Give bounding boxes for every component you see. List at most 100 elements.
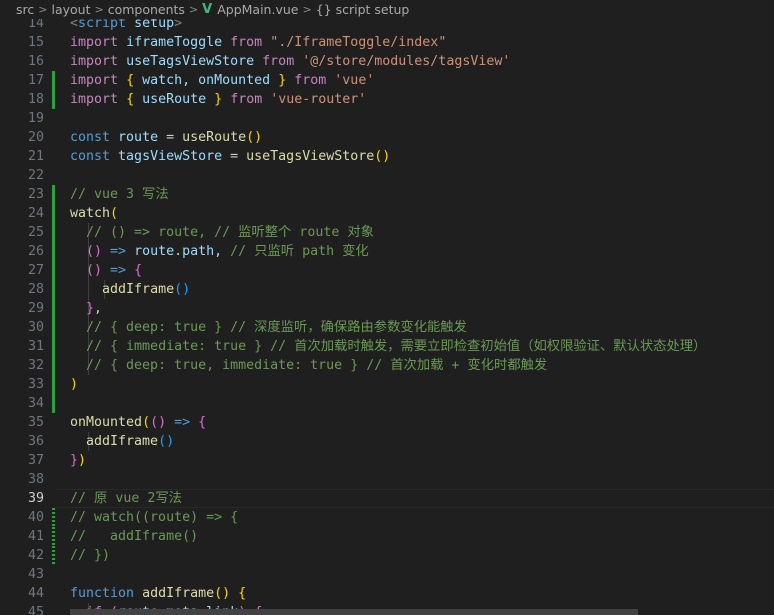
code-text: ) [70,375,78,394]
code-token: import [70,92,119,107]
git-change-marker[interactable] [52,394,55,413]
line-number: 38 [27,472,44,487]
code-token: } [214,92,223,107]
line-number: 17 [27,73,44,88]
code-token: > [174,19,183,31]
code-token: watch [70,206,111,221]
breadcrumb-item-layout[interactable]: layout [51,2,90,17]
code-line[interactable]: 34 [0,394,774,413]
line-number: 34 [27,396,44,411]
code-token: } [70,453,79,468]
code-token: ( [142,415,151,430]
breadcrumb-item-symbol[interactable]: script setup [336,2,410,17]
breadcrumb-item-src[interactable]: src [16,2,34,17]
code-token: { [126,92,135,107]
code-line[interactable]: 39 // 原 vue 2写法 [0,489,774,508]
git-change-marker[interactable] [52,90,55,109]
code-line[interactable]: 29 }, [0,299,774,318]
code-editor[interactable]: 14 <script setup> 15 import iframeToggle fr… [0,19,774,615]
code-line[interactable]: 19 [0,109,774,128]
code-line[interactable]: 32 // { deep: true, immediate: true } //… [0,356,774,375]
code-line[interactable]: 36 addIframe() [0,432,774,451]
code-line[interactable]: 41 // addIframe() [0,527,774,546]
git-change-marker[interactable] [52,261,55,280]
git-change-marker[interactable] [52,318,55,337]
code-line[interactable]: 30 // { deep: true } // 深度监听，确保路由参数变化能触发 [0,318,774,337]
code-line[interactable]: 21 const tagsViewStore = useTagsViewStore… [0,147,774,166]
code-token: const [70,130,111,145]
code-line[interactable]: 18 import { useRoute } from 'vue-router' [0,90,774,109]
code-line[interactable]: 17 import { watch, onMounted } from 'vue' [0,71,774,90]
code-line[interactable]: 15 import iframeToggle from "./IframeTogg… [0,33,774,52]
code-line[interactable]: 37}) [0,451,774,470]
code-token: // 只监听 path 变化 [230,244,369,259]
horizontal-scrollbar[interactable] [70,609,638,615]
code-line[interactable]: 22 [0,166,774,185]
line-number: 20 [27,130,44,145]
code-token: // 原 vue 2写法 [70,491,182,506]
code-line[interactable]: 42 // }) [0,546,774,565]
code-token: 'vue-router' [270,92,367,107]
code-token: tagsViewStore [118,149,223,164]
git-change-marker[interactable] [52,527,55,546]
git-change-marker[interactable] [52,280,55,299]
code-token: () [150,415,167,430]
code-token: import [70,35,119,50]
code-token: , [94,301,103,316]
breadcrumb-item-file[interactable]: AppMain.vue [217,2,298,17]
git-change-marker[interactable] [52,299,55,318]
git-change-marker[interactable] [52,242,55,261]
git-change-marker[interactable] [52,71,55,90]
line-number: 31 [27,339,44,354]
code-line[interactable]: 33) [0,375,774,394]
code-text: // () => route, // 监听整个 route 对象 [70,223,374,242]
code-line[interactable]: 20 const route = useRoute() [0,128,774,147]
code-token: // }) [70,548,111,563]
code-text: addIframe() [70,280,190,299]
code-token: => [110,244,127,259]
code-line[interactable]: 38 [0,470,774,489]
git-change-marker[interactable] [52,546,55,565]
code-token: addIframe [86,434,159,449]
code-line[interactable]: 23 // vue 3 写法 [0,185,774,204]
line-number: 33 [27,377,44,392]
git-change-marker[interactable] [52,223,55,242]
code-token: // addIframe() [70,529,199,544]
code-line[interactable]: 25 // () => route, // 监听整个 route 对象 [0,223,774,242]
vue-file-icon: V [202,2,213,17]
code-line[interactable]: 35 onMounted(() => { [0,413,774,432]
git-change-marker[interactable] [52,356,55,375]
code-line[interactable]: 43 [0,565,774,584]
line-number: 43 [27,567,44,582]
code-token: // { immediate: true } // 首次加载时触发，需要立即检查… [86,339,707,354]
git-change-marker[interactable] [52,508,55,527]
code-line[interactable]: 24 watch( [0,204,774,223]
code-token: route [134,244,175,259]
code-token: // { deep: true, immediate: true } // 首次… [86,358,548,373]
code-line[interactable]: 44 function addIframe() { [0,584,774,603]
code-token: => [174,415,191,430]
chevron-right-icon: > [94,3,104,16]
code-token: < [70,19,79,31]
git-change-marker[interactable] [52,337,55,356]
code-text: import iframeToggle from "./IframeToggle… [70,33,446,52]
code-line[interactable]: 40 // watch((route) => { [0,508,774,527]
code-line[interactable]: 16 import useTagsViewStore from '@/store/… [0,52,774,71]
code-line[interactable]: 28 addIframe() [0,280,774,299]
git-change-marker[interactable] [52,204,55,223]
code-token: route [118,130,159,145]
breadcrumb-item-components[interactable]: components [108,2,185,17]
code-line[interactable]: 27 () => { [0,261,774,280]
code-line[interactable]: 14 <script setup> [0,19,774,33]
line-number: 15 [27,35,44,50]
git-change-marker[interactable] [52,185,55,204]
code-line[interactable]: 26 () => route.path, // 只监听 path 变化 [0,242,774,261]
git-change-marker[interactable] [52,375,55,394]
code-token: { [126,73,135,88]
code-line[interactable]: 31 // { immediate: true } // 首次加载时触发，需要立… [0,337,774,356]
